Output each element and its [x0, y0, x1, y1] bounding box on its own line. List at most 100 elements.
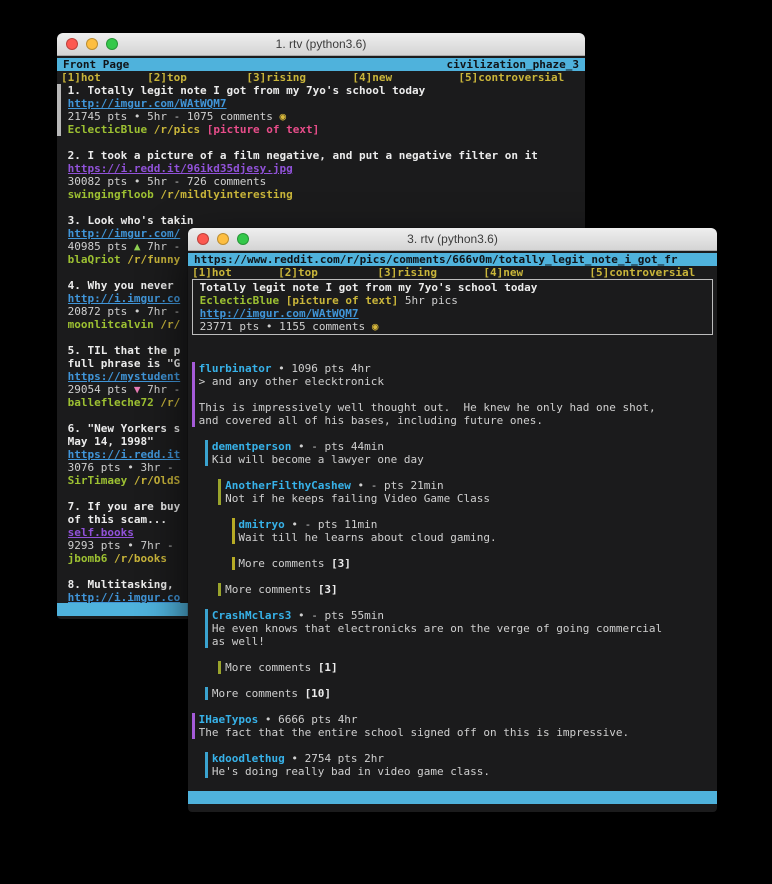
comment-author[interactable]: dementperson: [212, 440, 291, 453]
comment-meta: • - pts 55min: [291, 609, 384, 622]
tab-5-controversial[interactable]: [5]controversial: [458, 71, 564, 84]
post-author[interactable]: SirTimaey: [68, 474, 128, 487]
comment-body-line: [199, 388, 713, 401]
tab-4-new[interactable]: [4]new: [483, 266, 523, 279]
comment-body-line: He's doing really bad in video game clas…: [212, 765, 713, 778]
comment-block[interactable]: dmitryo • - pts 11minWait till he learns…: [232, 518, 713, 544]
comment-body-line: Not if he keeps failing Video Game Class: [225, 492, 713, 505]
tab-4-new[interactable]: [4]new: [352, 71, 392, 84]
submission-title: Totally legit note I got from my 7yo's s…: [200, 281, 708, 294]
comment-body-line: > and any other elecktronick: [199, 375, 713, 388]
comment-author[interactable]: kdoodlethug: [212, 752, 285, 765]
comment-header: dmitryo • - pts 11min: [238, 518, 713, 531]
more-comments-label: More comments: [225, 583, 318, 596]
comment-block[interactable]: flurbinator • 1096 pts 4hr> and any othe…: [192, 362, 713, 427]
more-comments-link[interactable]: More comments [10]: [205, 687, 713, 700]
comment-meta: • - pts 11min: [285, 518, 378, 531]
comment-body-line: Kid will become a lawyer one day: [212, 453, 713, 466]
comment-header: kdoodlethug • 2754 pts 2hr: [212, 752, 713, 765]
front-terminal-window: 3. rtv (python3.6) https://www.reddit.co…: [188, 228, 717, 812]
post-subreddit[interactable]: /r/: [160, 396, 180, 409]
bullet-separator: •: [127, 461, 134, 474]
post-author[interactable]: jbomb6: [68, 552, 108, 565]
submission-url: https://www.reddit.com/r/pics/comments/6…: [194, 253, 677, 266]
post-row[interactable]: 2. I took a picture of a film negative, …: [61, 149, 581, 201]
gilded-icon: ◉: [372, 320, 379, 333]
post-subreddit[interactable]: /r/OldS: [134, 474, 180, 487]
tab-2-top[interactable]: [2]top: [147, 71, 187, 84]
comment-block[interactable]: dementperson • - pts 44minKid will becom…: [205, 440, 713, 466]
more-comments-count: [1]: [318, 661, 338, 674]
post-link[interactable]: http://imgur.com/: [68, 227, 181, 240]
comment-author[interactable]: flurbinator: [199, 362, 272, 375]
comment-author[interactable]: CrashMclars3: [212, 609, 291, 622]
post-link[interactable]: https://mystudent: [68, 370, 181, 383]
more-comments-count: [3]: [331, 557, 351, 570]
submission-byline: EclecticBlue [picture of text] 5hr pics: [200, 294, 708, 307]
tab-3-rising[interactable]: [3]rising: [246, 71, 306, 84]
post-link[interactable]: http://i.imgur.co: [68, 292, 181, 305]
tab-3-rising[interactable]: [3]rising: [377, 266, 437, 279]
post-title: 3. Look who's takin: [68, 214, 581, 227]
more-comments-link[interactable]: More comments [1]: [218, 661, 713, 674]
tab-1-hot[interactable]: [1]hot: [192, 266, 232, 279]
front-window-titlebar[interactable]: 3. rtv (python3.6): [188, 228, 717, 251]
post-row[interactable]: 1. Totally legit note I got from my 7yo'…: [61, 84, 581, 136]
comment-block[interactable]: CrashMclars3 • - pts 55minHe even knows …: [205, 609, 713, 648]
post-author[interactable]: swingingfloob: [68, 188, 154, 201]
post-subreddit[interactable]: /r/funny: [127, 253, 180, 266]
more-comments-count: [10]: [305, 687, 332, 700]
comment-meta: • - pts 44min: [291, 440, 384, 453]
back-window-titlebar[interactable]: 1. rtv (python3.6): [57, 33, 585, 56]
post-link[interactable]: https://i.redd.it/96ikd35djesy.jpg: [68, 162, 293, 175]
post-meta: 30082 pts • 5hr - 726 comments: [68, 175, 581, 188]
post-subreddit[interactable]: /r/pics: [154, 123, 200, 136]
comment-body-line: This is impressively well thought out. H…: [199, 401, 713, 414]
close-button-icon[interactable]: [197, 233, 209, 245]
comment-author[interactable]: IHaeTypos: [199, 713, 259, 726]
post-author[interactable]: blaQriot: [68, 253, 121, 266]
zoom-button-icon[interactable]: [106, 38, 118, 50]
post-link[interactable]: self.books: [68, 526, 134, 539]
comment-block[interactable]: IHaeTypos • 6666 pts 4hrThe fact that th…: [192, 713, 713, 739]
comment-block[interactable]: kdoodlethug • 2754 pts 2hrHe's doing rea…: [205, 752, 713, 778]
comment-body-line: The fact that the entire school signed o…: [199, 726, 713, 739]
comment-header: flurbinator • 1096 pts 4hr: [199, 362, 713, 375]
minimize-button-icon[interactable]: [217, 233, 229, 245]
post-subreddit[interactable]: /r/mildlyinteresting: [160, 188, 292, 201]
zoom-button-icon[interactable]: [237, 233, 249, 245]
submission-preview-box[interactable]: Totally legit note I got from my 7yo's s…: [192, 279, 713, 335]
comment-meta: • 1096 pts 4hr: [271, 362, 370, 375]
post-author[interactable]: EclecticBlue: [68, 123, 147, 136]
submission-author[interactable]: EclecticBlue: [200, 294, 279, 307]
comment-body-line: Wait till he learns about cloud gaming.: [238, 531, 713, 544]
submission-link[interactable]: http://imgur.com/WAtWQM7: [200, 307, 359, 320]
post-subreddit[interactable]: /r/books: [114, 552, 167, 565]
minimize-button-icon[interactable]: [86, 38, 98, 50]
comment-list: flurbinator • 1096 pts 4hr> and any othe…: [192, 362, 713, 778]
post-meta: 21745 pts • 5hr - 1075 comments ◉: [68, 110, 581, 123]
back-window-title: 1. rtv (python3.6): [57, 33, 585, 55]
comment-header: IHaeTypos • 6666 pts 4hr: [199, 713, 713, 726]
comment-author[interactable]: AnotherFilthyCashew: [225, 479, 351, 492]
comment-header: dementperson • - pts 44min: [212, 440, 713, 453]
tab-5-controversial[interactable]: [5]controversial: [589, 266, 695, 279]
tab-1-hot[interactable]: [1]hot: [61, 71, 101, 84]
close-button-icon[interactable]: [66, 38, 78, 50]
post-link[interactable]: http://imgur.com/WAtWQM7: [68, 97, 227, 110]
tab-2-top[interactable]: [2]top: [278, 266, 318, 279]
post-author[interactable]: ballefleche72: [68, 396, 154, 409]
url-bar: https://www.reddit.com/r/pics/comments/6…: [188, 253, 717, 266]
post-author[interactable]: moonlitcalvin: [68, 318, 154, 331]
post-tagline: swingingfloob /r/mildlyinteresting: [68, 188, 581, 201]
more-comments-count: [3]: [318, 583, 338, 596]
post-subreddit[interactable]: /r/: [160, 318, 180, 331]
post-link[interactable]: https://i.redd.it: [68, 448, 181, 461]
comment-author[interactable]: dmitryo: [238, 518, 284, 531]
front-window-title: 3. rtv (python3.6): [188, 228, 717, 250]
post-title: 2. I took a picture of a film negative, …: [68, 149, 581, 162]
comment-block[interactable]: AnotherFilthyCashew • - pts 21minNot if …: [218, 479, 713, 505]
more-comments-link[interactable]: More comments [3]: [232, 557, 713, 570]
more-comments-label: More comments: [225, 661, 318, 674]
more-comments-link[interactable]: More comments [3]: [218, 583, 713, 596]
